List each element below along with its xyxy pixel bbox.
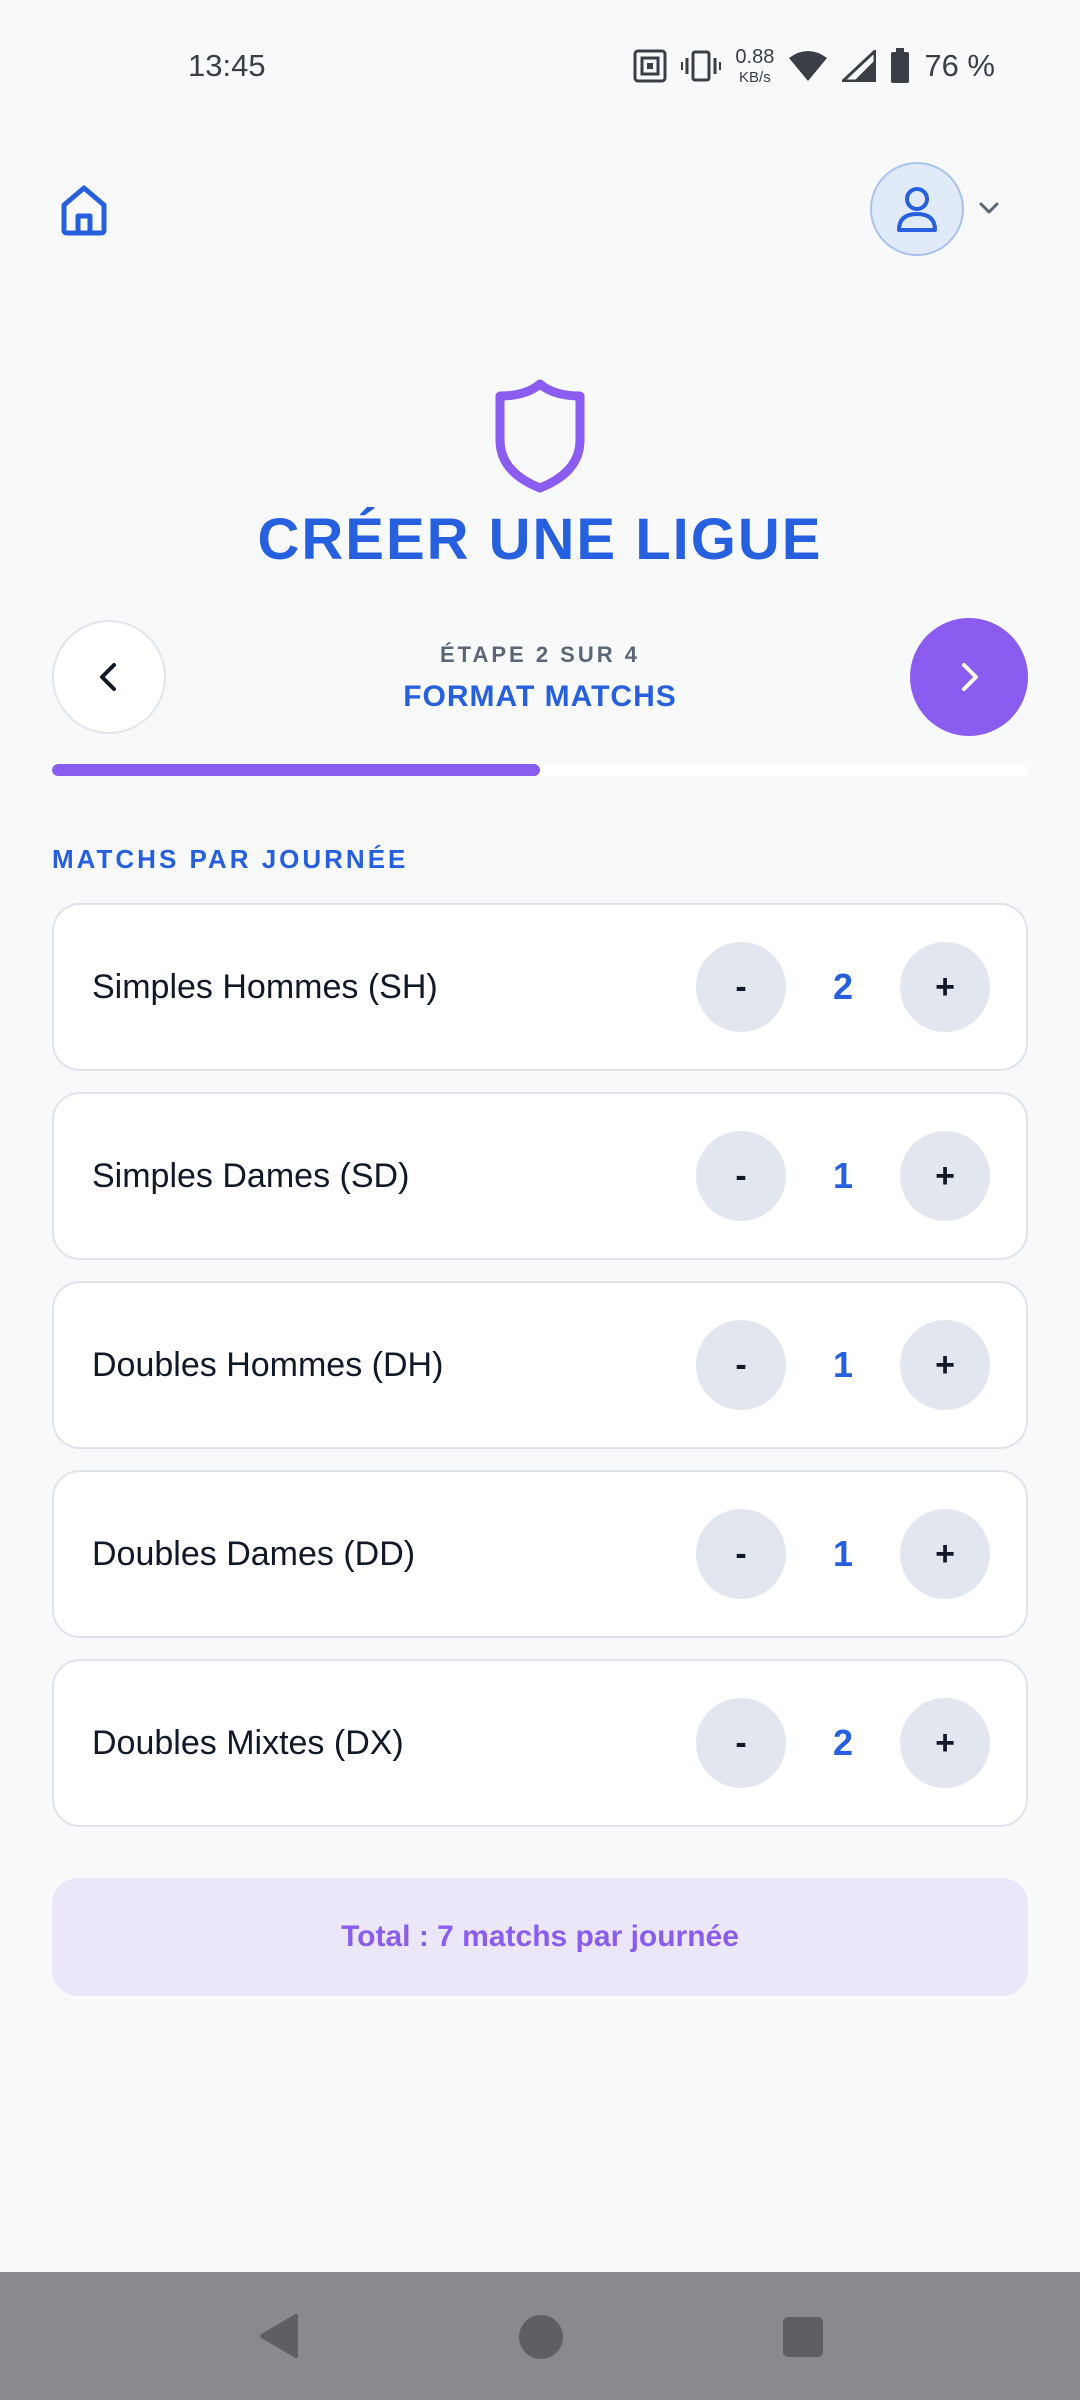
recents-nav-icon[interactable] xyxy=(783,2317,823,2357)
count-stepper: - 1 + xyxy=(696,1131,990,1221)
net-speed-value: 0.88 xyxy=(735,46,775,68)
match-count: 1 xyxy=(832,1155,854,1196)
decrement-button[interactable]: - xyxy=(696,1698,786,1788)
step-navigation: ÉTAPE 2 SUR 4 FORMAT MATCHS xyxy=(52,618,1028,736)
match-row-sh: Simples Hommes (SH) - 2 + xyxy=(52,903,1028,1071)
battery-icon xyxy=(890,48,910,84)
match-row-sd: Simples Dames (SD) - 1 + xyxy=(52,1092,1028,1260)
match-label: Doubles Dames (DD) xyxy=(92,1534,416,1573)
wifi-icon xyxy=(788,50,828,82)
decrement-button[interactable]: - xyxy=(696,1131,786,1221)
total-summary: Total : 7 matchs par journée xyxy=(52,1878,1028,1996)
page-title: CRÉER UNE LIGUE xyxy=(257,507,823,572)
match-count: 2 xyxy=(832,966,854,1007)
match-count: 2 xyxy=(832,1722,854,1763)
signal-icon xyxy=(842,50,877,82)
decrement-button[interactable]: - xyxy=(696,942,786,1032)
status-bar: 13:45 0.88 KB/s 76 % xyxy=(0,0,1080,135)
step-name: FORMAT MATCHS xyxy=(403,680,677,713)
step-progress-bar xyxy=(52,764,1028,776)
match-row-dx: Doubles Mixtes (DX) - 2 + xyxy=(52,1659,1028,1827)
shield-icon xyxy=(495,379,585,493)
battery-level: 76 % xyxy=(924,48,995,83)
status-time: 13:45 xyxy=(188,48,266,83)
user-icon xyxy=(897,187,937,232)
match-label: Simples Hommes (SH) xyxy=(92,967,438,1006)
match-label: Simples Dames (SD) xyxy=(92,1156,410,1195)
status-icons: 0.88 KB/s 76 % xyxy=(633,44,995,88)
app-header xyxy=(0,150,1080,270)
increment-button[interactable]: + xyxy=(900,1320,990,1410)
nfc-icon xyxy=(633,49,667,83)
chevron-down-icon xyxy=(979,202,999,214)
previous-step-button[interactable] xyxy=(52,620,166,734)
user-avatar-button[interactable] xyxy=(870,162,964,256)
home-nav-icon[interactable] xyxy=(519,2315,563,2359)
match-label: Doubles Hommes (DH) xyxy=(92,1345,444,1384)
increment-button[interactable]: + xyxy=(900,1131,990,1221)
back-nav-icon[interactable] xyxy=(256,2312,300,2360)
increment-button[interactable]: + xyxy=(900,942,990,1032)
match-count: 1 xyxy=(832,1533,854,1574)
match-row-dh: Doubles Hommes (DH) - 1 + xyxy=(52,1281,1028,1449)
system-nav-bar xyxy=(0,2272,1080,2400)
step-counter: ÉTAPE 2 SUR 4 xyxy=(440,642,640,667)
match-count: 1 xyxy=(832,1344,854,1385)
increment-button[interactable]: + xyxy=(900,1698,990,1788)
count-stepper: - 1 + xyxy=(696,1320,990,1410)
match-label: Doubles Mixtes (DX) xyxy=(92,1723,404,1762)
user-menu-toggle[interactable] xyxy=(975,194,1003,222)
chevron-right-icon xyxy=(962,663,978,691)
home-button[interactable] xyxy=(52,178,116,242)
match-row-dd: Doubles Dames (DD) - 1 + xyxy=(52,1470,1028,1638)
decrement-button[interactable]: - xyxy=(696,1509,786,1599)
section-label: MATCHS PAR JOURNÉE xyxy=(52,844,409,874)
home-icon xyxy=(61,185,107,236)
increment-button[interactable]: + xyxy=(900,1509,990,1599)
count-stepper: - 2 + xyxy=(696,1698,990,1788)
match-type-list: Simples Hommes (SH) - 2 + Simples Dames … xyxy=(52,903,1028,1848)
decrement-button[interactable]: - xyxy=(696,1320,786,1410)
vibrate-icon xyxy=(681,49,722,83)
count-stepper: - 1 + xyxy=(696,1509,990,1599)
next-step-button[interactable] xyxy=(910,618,1028,736)
net-speed: 0.88 KB/s xyxy=(735,47,774,85)
count-stepper: - 2 + xyxy=(696,942,990,1032)
net-speed-unit: KB/s xyxy=(739,69,771,86)
step-progress-fill xyxy=(52,764,540,776)
